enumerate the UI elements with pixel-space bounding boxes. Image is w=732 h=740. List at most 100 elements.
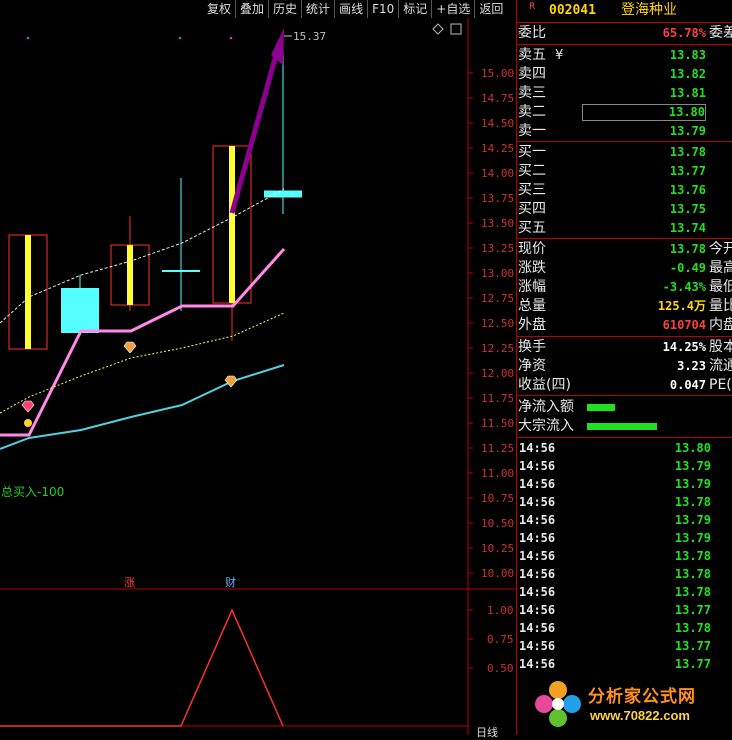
fund-flow-label: 净流入额 (518, 399, 574, 415)
quote-stat-ext-label: 今开 (709, 241, 732, 257)
divider (517, 22, 732, 23)
bid-level-row: 买二 13.77 (517, 162, 730, 181)
ask-level-label: 卖四 (518, 66, 546, 82)
bid-price[interactable]: 13.75 (670, 200, 706, 219)
tick-time: 14:56 (519, 549, 556, 563)
tick-time: 14:56 (519, 567, 556, 581)
ask-level-row: 卖二 13.80 (517, 103, 730, 122)
toolbar-draw-button[interactable]: 画线 (334, 0, 367, 18)
diamond-signal-icon-outline (224, 375, 238, 388)
tick-price: 13.77 (674, 657, 711, 671)
fundamental-stat-label: 收益(四) (518, 377, 571, 393)
tick-price: 13.78 (674, 621, 711, 635)
y-tick-label: 10.00 (481, 567, 514, 580)
fundamental-stat-label: 净资 (518, 358, 546, 374)
quote-stat-label: 现价 (518, 241, 546, 257)
bid-price[interactable]: 13.77 (670, 162, 706, 181)
diamond-signal-icon-outline (123, 341, 137, 354)
quote-stat-row: 总量 125.4万 量比 (517, 297, 732, 316)
quote-stat-value: 13.78 (669, 242, 706, 256)
tick-time: 14:56 (519, 603, 556, 617)
ask-price[interactable]: 13.79 (670, 122, 706, 141)
fundamental-stat-value: 0.047 (669, 378, 706, 392)
y-tick-label: 14.00 (481, 167, 514, 180)
stock-name[interactable]: 登海种业 (621, 1, 677, 20)
fundamental-stat-label: 换手 (518, 339, 546, 355)
tick-price: 13.80 (674, 441, 711, 455)
toolbar-stats-button[interactable]: 统计 (301, 0, 334, 18)
watermark-title: 分析家公式网 (588, 687, 696, 707)
bid-level-label: 买三 (518, 182, 546, 198)
flower-logo-icon (535, 681, 581, 727)
y-tick-label: 11.00 (481, 467, 514, 480)
marker-dot (178, 36, 182, 40)
bid-level-row: 买三 13.76 (517, 181, 730, 200)
ask-level-label: 卖五 (518, 47, 546, 63)
bid-level-row: 买五 13.74 (517, 219, 730, 238)
y-tick-label: 13.50 (481, 217, 514, 230)
ask-level-label: 卖三 (518, 85, 546, 101)
bid-level-label: 买四 (518, 201, 546, 217)
period-label[interactable]: 日线 (476, 724, 498, 740)
ask-price[interactable]: 13.83 (670, 46, 706, 65)
y-tick-label: 13.25 (481, 242, 514, 255)
toolbar-restore-rights-button[interactable]: 复权 (203, 0, 235, 18)
tick-price: 13.78 (674, 495, 711, 509)
bid-price[interactable]: 13.76 (670, 181, 706, 200)
high-price-label: 15.37 (293, 30, 326, 43)
tick-time: 14:56 (519, 639, 556, 653)
stock-code[interactable]: 002041 (549, 1, 596, 20)
toolbar-back-button[interactable]: 返回 (474, 0, 507, 18)
ask-price[interactable]: 13.82 (670, 65, 706, 84)
quote-stat-value: 125.4万 (657, 299, 706, 313)
y-tick-label: 13.75 (481, 192, 514, 205)
bid-price[interactable]: 13.74 (670, 219, 706, 238)
candlestick-chart[interactable]: 15.00 14.75 14.50 14.25 14.00 13.75 13.50 13.25… (0, 0, 517, 735)
tick-row: 14:56 13.77 (519, 655, 732, 673)
quote-stat-value: 610704 (662, 318, 706, 332)
quote-stat-row: 现价 13.78 今开 (517, 240, 732, 259)
chart-toolbar: 复权 叠加 历史 统计 画线 F10 标记 +自选 返回 (203, 0, 507, 18)
ask-level-row: 卖四 13.82 (517, 65, 730, 84)
fundamental-stat-ext-label: 流通 (709, 358, 732, 374)
tick-price: 13.77 (674, 639, 711, 653)
quote-stat-row: 外盘 610704 内盘 (517, 316, 732, 335)
ask-level-row: 卖五 ¥13.83 (517, 46, 730, 65)
tick-price: 13.79 (674, 477, 711, 491)
toolbar-f10-button[interactable]: F10 (367, 0, 398, 18)
toolbar-overlay-button[interactable]: 叠加 (235, 0, 268, 18)
buy-dot-icon (24, 419, 32, 427)
y-tick-label: 11.75 (481, 392, 514, 405)
marker-dot (26, 36, 30, 40)
bid-level-row: 买四 13.75 (517, 200, 730, 219)
bid-level-label: 买五 (518, 220, 546, 236)
quote-stat-row: 涨幅 -3.43% 最低 (517, 278, 732, 297)
bid-price[interactable]: 13.78 (670, 143, 706, 162)
quote-stat-row: 涨跌 -0.49 最高 (517, 259, 732, 278)
tick-price: 13.78 (674, 549, 711, 563)
quote-stat-value: -0.49 (669, 261, 706, 275)
toolbar-history-button[interactable]: 历史 (268, 0, 301, 18)
sub-y-tick-label: 0.50 (487, 662, 514, 675)
y-tick-label: 10.25 (481, 542, 514, 555)
y-tick-label: 12.50 (481, 317, 514, 330)
toolbar-add-watchlist-button[interactable]: +自选 (431, 0, 474, 18)
weibi-row: 委比 65.78% 委差 (517, 24, 732, 43)
quote-stat-ext-label: 量比 (709, 298, 732, 314)
watermark-logo: 分析家公式网 www.70822.com (530, 676, 730, 732)
fundamental-stat-value: 3.23 (677, 359, 706, 373)
ask-level-row: 卖三 13.81 (517, 84, 730, 103)
ask-price[interactable]: 13.81 (670, 84, 706, 103)
ask-currency-mark: ¥ (555, 48, 564, 63)
weibi-value: 65.78% (662, 26, 706, 40)
tick-time: 14:56 (519, 531, 556, 545)
quote-stat-ext-label: 最高 (709, 260, 732, 276)
weibi-label: 委比 (518, 25, 546, 41)
ask-price[interactable]: 13.80 (581, 104, 706, 121)
quote-stat-ext-label: 内盘 (709, 317, 732, 333)
y-tick-label: 11.50 (481, 417, 514, 430)
sub-y-tick-label: 0.75 (487, 633, 514, 646)
sub-y-tick-label: 1.00 (487, 604, 514, 617)
tick-time: 14:56 (519, 495, 556, 509)
toolbar-mark-button[interactable]: 标记 (398, 0, 431, 18)
